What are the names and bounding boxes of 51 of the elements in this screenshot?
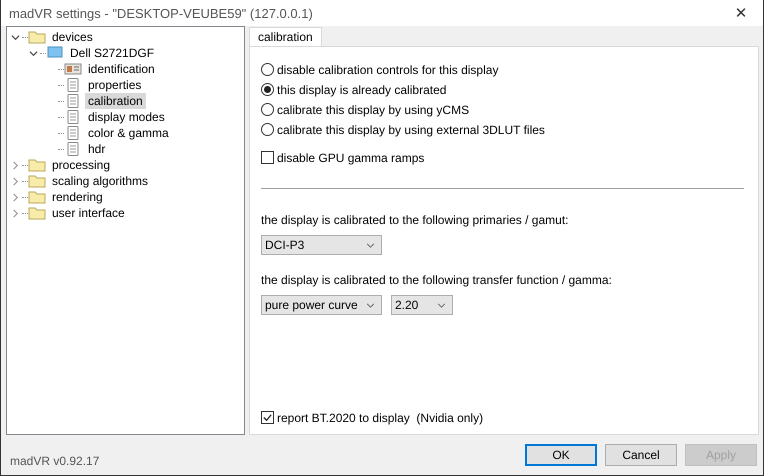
field-label: the display is calibrated to the following primaries / gamut: [261, 213, 570, 227]
dropdown[interactable]: pure power curve [261, 295, 382, 315]
checkbox-label: disable GPU gamma ramps [277, 150, 424, 164]
tree-item[interactable]: properties [85, 77, 144, 93]
tree-item[interactable]: display modes [85, 109, 168, 125]
tree-item[interactable]: user interface [49, 205, 128, 221]
chevron-right-icon[interactable] [11, 160, 20, 170]
chevron-down-icon [437, 302, 446, 308]
tree-item[interactable]: Dell S2721DGF [67, 45, 158, 61]
monitor-icon [46, 46, 64, 60]
chevron-right-icon[interactable] [11, 176, 20, 186]
tree-item[interactable]: devices [49, 29, 96, 45]
chevron-down-icon [366, 302, 375, 308]
folder-icon [28, 174, 46, 188]
chevron-down-icon[interactable] [11, 32, 20, 42]
window-title: madVR settings - "DESKTOP-VEUBE59" (127.0.0.1) [9, 6, 313, 20]
chevron-down-icon [366, 242, 375, 248]
tree-item[interactable]: color & gamma [85, 125, 172, 141]
folder-icon [28, 206, 46, 220]
radio-label: disable calibration controls for this display [277, 62, 498, 76]
radio-label: calibrate this display by using yCMS [277, 102, 470, 116]
dialog-button[interactable]: Cancel [605, 444, 677, 466]
tree-item[interactable]: scaling algorithms [49, 173, 152, 189]
checkbox[interactable] [261, 411, 274, 424]
tree-item[interactable]: processing [49, 157, 114, 173]
radio-button[interactable] [261, 123, 274, 136]
dropdown[interactable]: 2.20 [391, 295, 453, 315]
tab[interactable]: calibration [249, 27, 322, 46]
tree-item[interactable]: rendering [49, 189, 106, 205]
dialog-button[interactable]: OK [525, 444, 597, 466]
tree-item[interactable]: calibration [85, 93, 146, 109]
radio-label: calibrate this display by using external 3DLUT files [277, 122, 545, 136]
radio-label: this display is already calibrated [277, 82, 446, 96]
field-label: the display is calibrated to the following transfer function / gamma: [261, 273, 613, 287]
dropdown[interactable]: DCI-P3 [261, 235, 382, 255]
checkbox[interactable] [261, 151, 274, 164]
folder-icon [28, 190, 46, 204]
radio-button[interactable] [261, 83, 274, 96]
chevron-down-icon[interactable] [29, 48, 38, 58]
tree-item[interactable]: identification [85, 61, 158, 77]
checkbox-label: report BT.2020 to display (Nvidia only) [277, 410, 484, 424]
close-button[interactable]: ✕ [719, 0, 763, 26]
tree-item[interactable]: hdr [85, 141, 108, 157]
chevron-right-icon[interactable] [11, 192, 20, 202]
version-label: madVR v0.92.17 [10, 454, 100, 468]
folder-icon [28, 30, 46, 44]
id-card-icon [64, 62, 82, 76]
folder-icon [28, 158, 46, 172]
radio-button[interactable] [261, 103, 274, 116]
chevron-right-icon[interactable] [11, 208, 20, 218]
radio-button[interactable] [261, 63, 274, 76]
